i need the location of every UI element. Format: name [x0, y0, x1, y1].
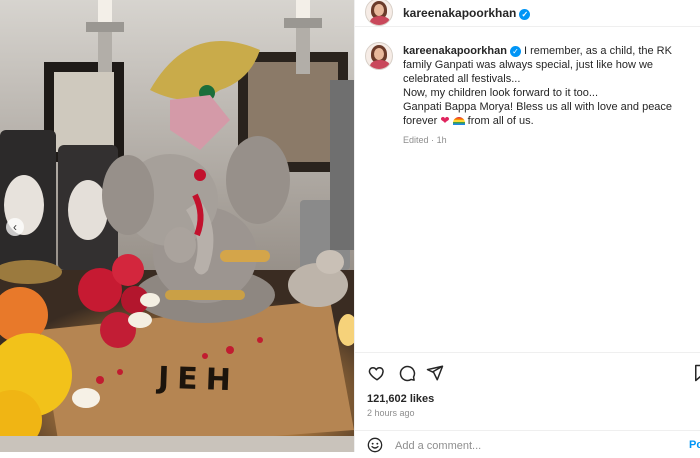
- post-photo[interactable]: JEH ‹: [0, 0, 354, 452]
- handwritten-jeh-text: JEH: [157, 360, 240, 399]
- post-actions: [355, 352, 700, 393]
- heart-icon: [368, 366, 384, 381]
- rainbow-emoji-icon: [452, 117, 465, 125]
- posted-time[interactable]: 2 hours ago: [367, 408, 415, 418]
- caption-line-2: Now, my children look forward to it too.…: [403, 87, 599, 99]
- comment-bar: Post: [355, 430, 700, 453]
- share-button[interactable]: [425, 363, 445, 383]
- emoji-button[interactable]: [367, 437, 383, 453]
- post-author-username[interactable]: kareenakapoorkhan ✓: [403, 6, 531, 20]
- verified-badge-icon: ✓: [519, 9, 531, 20]
- emoji-icon: [367, 437, 383, 453]
- verified-badge-icon: ✓: [509, 46, 521, 57]
- comment-icon: [399, 365, 416, 382]
- send-icon: [426, 365, 444, 381]
- comment-button[interactable]: [397, 363, 417, 383]
- red-heart-emoji-icon: ❤: [440, 115, 450, 127]
- caption-text: kareenakapoorkhan ✓ I remember, as a chil…: [403, 44, 691, 147]
- avatar[interactable]: [365, 0, 393, 26]
- post-comment-button[interactable]: Post: [689, 439, 700, 451]
- carousel-prev-button[interactable]: ‹: [6, 218, 24, 236]
- chevron-left-icon: ‹: [13, 220, 17, 234]
- caption-avatar[interactable]: [365, 42, 393, 70]
- edited-timestamp: Edited · 1h: [403, 135, 447, 145]
- likes-count[interactable]: 121,602 likes: [367, 393, 434, 405]
- comment-input[interactable]: [395, 439, 645, 453]
- bookmark-icon: [695, 364, 700, 382]
- like-button[interactable]: [367, 363, 387, 383]
- save-button[interactable]: [691, 363, 700, 383]
- post-header: kareenakapoorkhan ✓: [355, 0, 700, 27]
- caption-line-3-end: from all of us.: [467, 115, 534, 127]
- post-detail-panel: kareenakapoorkhan ✓ kareenakapoorkhan ✓ I …: [354, 0, 700, 453]
- caption-username[interactable]: kareenakapoorkhan: [403, 45, 507, 57]
